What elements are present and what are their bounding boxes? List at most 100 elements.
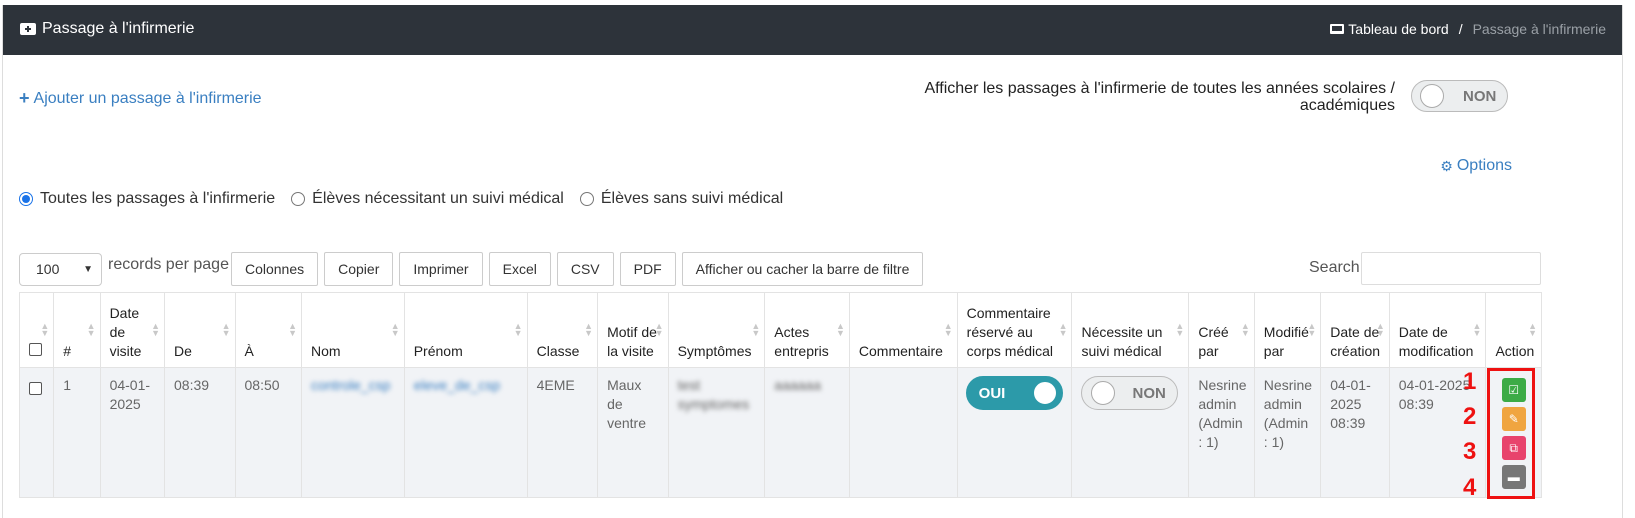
header-select-all[interactable]: ▲ ▼ bbox=[18, 292, 55, 368]
radio-all-passages[interactable]: Toutes les passages à l'infirmerie bbox=[19, 190, 275, 208]
radio-no-followup[interactable]: Élèves sans suivi médical bbox=[579, 190, 783, 208]
add-passage-label: Ajouter un passage à l'infirmerie bbox=[33, 89, 262, 107]
breadcrumb-home-link[interactable]: Tableau de bord bbox=[1330, 21, 1449, 37]
reserved-comment-toggle[interactable]: OUI bbox=[965, 376, 1063, 410]
pdf-button[interactable]: PDF bbox=[619, 252, 676, 286]
radio-button[interactable] bbox=[579, 192, 594, 206]
excel-button[interactable]: Excel bbox=[488, 252, 551, 286]
cell-actions: ☑ ✎ ⧉ ▬ bbox=[1485, 367, 1542, 498]
column-header[interactable]: Créé par ▲ ▼ bbox=[1188, 292, 1255, 368]
cell-nom: controle_csp bbox=[300, 367, 405, 498]
radio-button[interactable] bbox=[19, 192, 33, 206]
edit-button[interactable]: ✎ bbox=[1501, 407, 1526, 431]
cell-modifie-par: Nesrine admin (Admin : 1) bbox=[1253, 367, 1322, 498]
sort-icon: ▲ ▼ bbox=[584, 321, 594, 338]
cell-date-visite: 04-01-2025 bbox=[99, 367, 166, 498]
archive-button[interactable]: ▬ bbox=[1501, 465, 1526, 489]
sort-icon: ▲ ▼ bbox=[513, 321, 523, 338]
page-size-value: 100 bbox=[36, 261, 60, 277]
duplicate-button[interactable]: ⧉ bbox=[1501, 436, 1526, 460]
column-header[interactable]: De ▲ ▼ bbox=[164, 292, 236, 368]
radio-button[interactable] bbox=[291, 192, 306, 206]
gear-icon: ⚙ bbox=[1440, 157, 1453, 174]
student-name-link[interactable]: controle_csp bbox=[311, 377, 390, 393]
column-header[interactable]: Prénom ▲ ▼ bbox=[403, 292, 528, 368]
filter-radio-group: Toutes les passages à l'infirmerie Élève… bbox=[19, 190, 783, 208]
sort-icon: ▲ ▼ bbox=[288, 321, 297, 338]
column-header[interactable]: Modifié par ▲ ▼ bbox=[1253, 292, 1322, 368]
annotation-number-2: 2 bbox=[1463, 403, 1477, 430]
symptoms-text: test symptomes bbox=[677, 377, 750, 412]
ambulance-icon bbox=[20, 23, 36, 35]
chevron-down-icon: ▼ bbox=[83, 263, 93, 275]
cell-suivi-medical: NON bbox=[1071, 367, 1190, 498]
radio-medical-followup[interactable]: Élèves nécessitant un suivi médical bbox=[291, 190, 564, 208]
add-passage-link[interactable]: + Ajouter un passage à l'infirmerie bbox=[19, 88, 262, 109]
column-header[interactable]: Symptômes ▲ ▼ bbox=[667, 292, 766, 368]
cell-classe: 4EME bbox=[526, 367, 599, 498]
column-header[interactable]: À ▲ ▼ bbox=[234, 292, 302, 368]
check-square-icon: ☑ bbox=[1508, 382, 1520, 397]
sort-icon: ▲ ▼ bbox=[751, 321, 761, 338]
search-input[interactable] bbox=[1361, 252, 1541, 285]
column-header[interactable]: Date de modification ▲ ▼ bbox=[1388, 292, 1487, 368]
toggle-knob bbox=[1420, 84, 1444, 108]
cell-num: 1 bbox=[53, 367, 101, 498]
breadcrumb-current: Passage à l'infirmerie bbox=[1472, 21, 1606, 37]
sort-icon: ▲ ▼ bbox=[1375, 321, 1385, 338]
sort-icon: ▲ ▼ bbox=[151, 321, 161, 338]
sort-icon: ▲ ▼ bbox=[221, 321, 231, 338]
passages-table: ▲ ▼ # ▲ ▼ Date de visite ▲ ▼ De ▲ ▼ À ▲ ▼ Nom ▲ ▼ P… bbox=[18, 292, 1542, 498]
csv-button[interactable]: CSV bbox=[556, 252, 614, 286]
cell-actes: aaaaaa bbox=[764, 367, 850, 498]
actions-taken-text: aaaaaa bbox=[774, 377, 821, 393]
student-firstname-link[interactable]: eleve_de_csp bbox=[414, 377, 500, 393]
validate-button[interactable]: ☑ bbox=[1501, 378, 1526, 402]
cell-motif: Maux de ventre bbox=[597, 367, 669, 498]
column-header[interactable]: Commentaire ▲ ▼ bbox=[848, 292, 958, 368]
column-header[interactable]: Actes entrepris ▲ ▼ bbox=[764, 292, 850, 368]
column-header[interactable]: Commentaire réservé au corps médical ▲ ▼ bbox=[956, 292, 1073, 368]
toggle-filter-bar-button[interactable]: Afficher ou cacher la barre de filtre bbox=[681, 252, 924, 286]
column-header[interactable]: Date de visite ▲ ▼ bbox=[99, 292, 166, 368]
copy-icon: ⧉ bbox=[1509, 440, 1518, 455]
table-header-row: ▲ ▼ # ▲ ▼ Date de visite ▲ ▼ De ▲ ▼ À ▲ ▼ Nom ▲ ▼ P… bbox=[18, 292, 1542, 368]
options-link[interactable]: ⚙ Options bbox=[1440, 157, 1512, 175]
sort-icon: ▲ ▼ bbox=[1058, 321, 1068, 338]
main-panel: Passage à l'infirmerie Tableau de bord /… bbox=[2, 5, 1623, 518]
breadcrumb-separator: / bbox=[1458, 21, 1463, 37]
all-years-toggle[interactable]: NON bbox=[1411, 80, 1508, 112]
plus-icon: + bbox=[19, 88, 30, 108]
radio-label: Élèves nécessitant un suivi médical bbox=[312, 190, 564, 207]
column-header[interactable]: Classe ▲ ▼ bbox=[526, 292, 599, 368]
page-title: Passage à l'infirmerie bbox=[20, 20, 194, 38]
cell-commentaire bbox=[848, 367, 958, 498]
toggle-knob bbox=[1033, 382, 1056, 404]
toggle-label: NON bbox=[1463, 87, 1497, 105]
sort-icon: ▲ ▼ bbox=[1175, 321, 1185, 338]
sort-icon: ▲ ▼ bbox=[86, 321, 96, 338]
toggle-knob bbox=[1091, 381, 1116, 405]
column-header[interactable]: Motif de la visite ▲ ▼ bbox=[597, 292, 669, 368]
toggle-label: NON bbox=[1132, 384, 1166, 402]
print-button[interactable]: Imprimer bbox=[399, 252, 483, 286]
edit-icon: ✎ bbox=[1508, 411, 1519, 426]
options-label: Options bbox=[1456, 157, 1512, 174]
sort-icon: ▲ ▼ bbox=[835, 321, 845, 338]
row-checkbox[interactable] bbox=[29, 382, 42, 395]
all-years-label: Afficher les passages à l'infirmerie de … bbox=[924, 80, 1395, 114]
column-header[interactable]: # ▲ ▼ bbox=[53, 292, 101, 368]
column-header[interactable]: Nom ▲ ▼ bbox=[300, 292, 405, 368]
column-header[interactable]: Action ▲ ▼ bbox=[1485, 292, 1542, 368]
select-all-checkbox[interactable] bbox=[29, 343, 42, 356]
columns-button[interactable]: Colonnes bbox=[230, 252, 319, 286]
sort-icon: ▲ ▼ bbox=[654, 321, 664, 338]
cell-date-creation: 04-01-2025 08:39 bbox=[1320, 367, 1390, 498]
search-label: Search: bbox=[1309, 259, 1365, 276]
page-size-select[interactable]: 100 ▼ bbox=[19, 252, 102, 286]
medical-followup-toggle[interactable]: NON bbox=[1081, 376, 1179, 410]
column-header[interactable]: Nécessite un suivi médical ▲ ▼ bbox=[1071, 292, 1190, 368]
cell-reserve-medical: OUI bbox=[956, 367, 1073, 498]
copy-button[interactable]: Copier bbox=[324, 252, 394, 286]
column-header[interactable]: Date de création ▲ ▼ bbox=[1320, 292, 1390, 368]
